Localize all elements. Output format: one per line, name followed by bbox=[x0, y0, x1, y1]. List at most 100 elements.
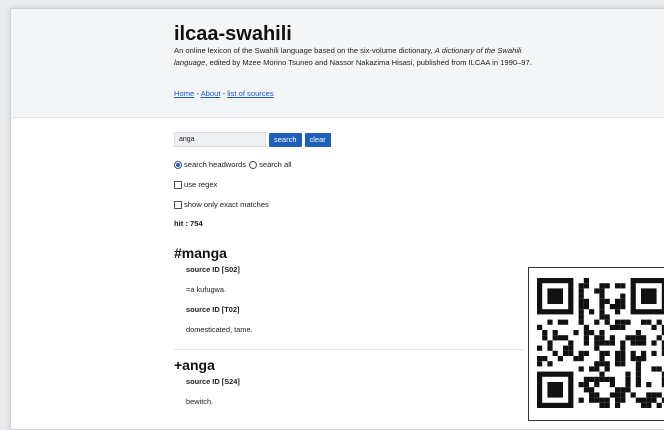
nav-about-link[interactable]: About bbox=[201, 89, 221, 98]
qr-module bbox=[625, 387, 631, 393]
qr-module bbox=[620, 304, 626, 310]
qr-module bbox=[615, 402, 621, 408]
entry-source-id: source ID [S02] bbox=[186, 265, 240, 274]
qr-module bbox=[641, 335, 647, 341]
qr-module bbox=[620, 397, 626, 403]
qr-module bbox=[599, 350, 605, 356]
qr-module bbox=[604, 402, 610, 408]
qr-module bbox=[583, 330, 589, 336]
qr-module bbox=[604, 361, 610, 367]
qr-module bbox=[620, 283, 626, 289]
qr-module bbox=[557, 319, 563, 325]
qr-module bbox=[594, 382, 600, 388]
qr-module bbox=[625, 319, 631, 325]
qr-module bbox=[646, 392, 652, 398]
qr-module bbox=[620, 356, 626, 362]
qr-module bbox=[547, 340, 553, 346]
qr-module bbox=[557, 356, 563, 362]
qr-module bbox=[604, 283, 610, 289]
qr-module bbox=[615, 387, 621, 393]
search-button[interactable]: search bbox=[269, 132, 302, 147]
qr-module bbox=[651, 366, 657, 372]
qr-module bbox=[594, 366, 600, 372]
radio-search-headwords[interactable] bbox=[174, 160, 182, 169]
exact-match-label: show only exact matches bbox=[184, 200, 269, 209]
qr-module bbox=[578, 298, 584, 304]
qr-module bbox=[609, 376, 615, 382]
qr-module bbox=[599, 376, 605, 382]
qr-module bbox=[656, 319, 662, 325]
qr-module bbox=[589, 376, 595, 382]
qr-module bbox=[594, 392, 600, 398]
qr-module bbox=[635, 376, 641, 382]
qr-module bbox=[573, 356, 579, 362]
qr-module bbox=[609, 392, 615, 398]
qr-module bbox=[630, 356, 636, 362]
qr-module bbox=[630, 350, 636, 356]
qr-module bbox=[635, 366, 641, 372]
qr-module bbox=[578, 382, 584, 388]
qr-module bbox=[635, 361, 641, 367]
qr-module bbox=[656, 366, 662, 372]
radio-search-all-label: search all bbox=[259, 160, 292, 169]
qr-module bbox=[620, 392, 626, 398]
clear-button[interactable]: clear bbox=[304, 132, 331, 147]
use-regex-checkbox[interactable] bbox=[174, 180, 182, 189]
qr-module bbox=[609, 340, 615, 346]
search-input[interactable] bbox=[174, 132, 266, 147]
qr-module bbox=[599, 335, 605, 341]
qr-module bbox=[635, 371, 641, 377]
nav-sources-link[interactable]: list of sources bbox=[227, 89, 273, 98]
radio-search-all[interactable] bbox=[249, 160, 258, 169]
nav-home-link[interactable]: Home bbox=[174, 89, 194, 98]
use-regex-option: use regex bbox=[174, 180, 217, 189]
qr-module bbox=[615, 397, 621, 403]
qr-module bbox=[641, 350, 647, 356]
qr-module bbox=[594, 340, 600, 346]
qr-module bbox=[646, 382, 652, 388]
qr-module bbox=[563, 350, 569, 356]
qr-module bbox=[583, 376, 589, 382]
qr-module bbox=[599, 330, 605, 336]
exact-match-checkbox[interactable] bbox=[174, 200, 182, 209]
qr-module bbox=[578, 397, 584, 403]
description-text-2: , edited by Mzee Morino Tsuneo and Nasso… bbox=[205, 58, 532, 67]
qr-module bbox=[537, 361, 543, 367]
search-bar: search clear bbox=[174, 132, 331, 147]
qr-code-icon bbox=[528, 267, 664, 421]
qr-module bbox=[599, 402, 605, 408]
qr-module bbox=[552, 330, 558, 336]
qr-module bbox=[594, 376, 600, 382]
qr-module bbox=[583, 387, 589, 393]
qr-module bbox=[641, 397, 647, 403]
qr-module bbox=[542, 330, 548, 336]
qr-module bbox=[615, 309, 621, 315]
qr-module bbox=[568, 345, 574, 351]
qr-module bbox=[578, 283, 584, 289]
qr-module bbox=[635, 340, 641, 346]
qr-module bbox=[615, 350, 621, 356]
use-regex-label: use regex bbox=[184, 180, 218, 189]
qr-module bbox=[583, 350, 589, 356]
qr-module bbox=[651, 350, 657, 356]
qr-module bbox=[646, 319, 652, 325]
browser-page: ilcaa-swahili An online lexicon of the S… bbox=[10, 8, 664, 430]
qr-module bbox=[630, 392, 636, 398]
qr-module bbox=[542, 335, 548, 341]
qr-module bbox=[594, 288, 600, 294]
qr-module bbox=[583, 324, 589, 330]
qr-module bbox=[656, 392, 662, 398]
qr-module bbox=[604, 298, 610, 304]
qr-module bbox=[620, 387, 626, 393]
qr-module bbox=[604, 340, 610, 346]
qr-module bbox=[620, 324, 626, 330]
qr-module bbox=[646, 402, 652, 408]
qr-module bbox=[635, 335, 641, 341]
entry-headword: #manga bbox=[174, 245, 227, 261]
qr-module bbox=[568, 340, 574, 346]
qr-module bbox=[583, 278, 589, 284]
entry-definition: domesticated, tame. bbox=[186, 325, 253, 334]
qr-module bbox=[557, 335, 563, 341]
description-text-1: An online lexicon of the Swahili languag… bbox=[174, 46, 435, 55]
qr-module bbox=[578, 314, 584, 320]
